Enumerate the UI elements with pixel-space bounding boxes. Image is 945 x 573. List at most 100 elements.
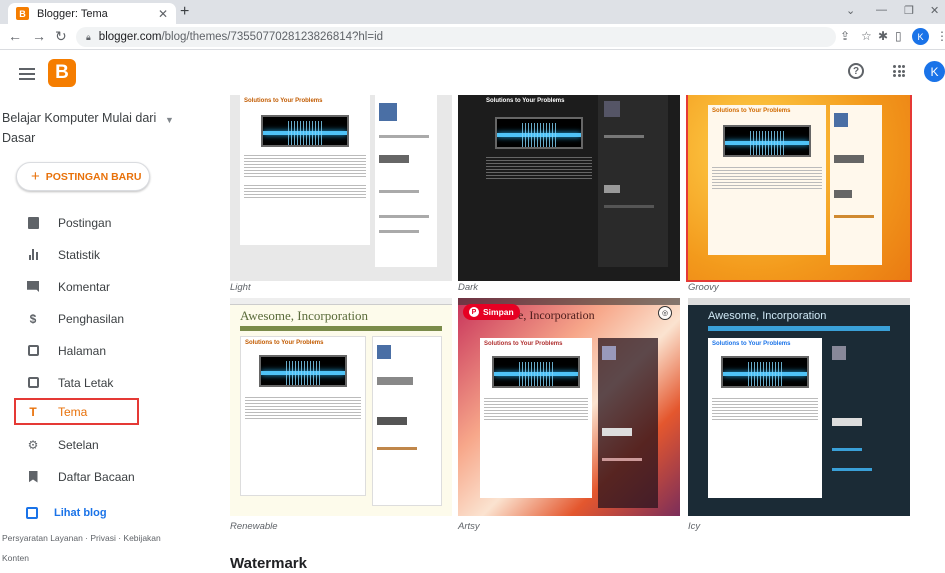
footer-links[interactable]: Persyaratan Layanan · Privasi · Kebijaka… [2, 528, 172, 568]
back-icon[interactable]: ← [8, 28, 22, 44]
preview-post-title: Solutions to Your Problems [484, 341, 563, 347]
preview-text [486, 157, 592, 181]
theme-card-dark[interactable]: Solutions to Your Problems [458, 95, 680, 281]
section-title-watermark: Watermark [230, 555, 307, 572]
tab-title: Blogger: Tema [37, 7, 108, 20]
theme-label: Dark [458, 282, 479, 293]
theme-label: Artsy [458, 521, 480, 532]
preview-post-title: Solutions to Your Problems [245, 340, 324, 346]
preview-text [244, 155, 366, 179]
preview-text [712, 398, 818, 422]
browser-menu-icon[interactable]: ⋮ [936, 29, 945, 43]
side-panel-icon[interactable]: ▯ [895, 29, 902, 43]
share-icon[interactable]: ⇪ [840, 29, 850, 43]
sidebar-item-komentar[interactable]: Komentar [14, 273, 139, 300]
earnings-icon: $ [29, 311, 37, 326]
account-avatar[interactable]: K [924, 61, 945, 82]
sidebar: Belajar Komputer Mulai dari Dasar ▼ + PO… [0, 95, 190, 573]
theme-preview: Solutions to Your Problems [708, 338, 822, 498]
preview-navbar [688, 298, 910, 305]
posts-icon [26, 216, 40, 230]
pinterest-save-button[interactable]: P Simpan [463, 304, 520, 320]
new-post-label: POSTINGAN BARU [45, 170, 142, 183]
browser-profile-avatar[interactable]: K [912, 28, 929, 45]
theme-icon: T [29, 404, 37, 419]
preview-image [261, 115, 349, 147]
sidebar-item-label: Komentar [58, 279, 111, 294]
sidebar-item-label: Postingan [58, 215, 112, 230]
view-blog-label: Lihat blog [54, 507, 107, 519]
preview-post-title: Solutions to Your Problems [712, 341, 791, 347]
url-path: /blog/themes/7355077028123826814?hl=id [161, 31, 384, 43]
lock-icon: 🔒︎ [86, 31, 91, 42]
selected-theme-highlight [686, 95, 912, 282]
theme-card-icy[interactable]: Awesome, Incorporation Solutions to Your… [688, 298, 910, 516]
theme-label: Renewable [230, 521, 278, 532]
preview-text [245, 397, 361, 421]
dropdown-caret-icon: ▼ [165, 115, 174, 125]
preview-sidebar [828, 338, 894, 508]
preview-text [484, 398, 588, 422]
minimize-icon[interactable]: — [876, 4, 887, 16]
help-icon[interactable]: ? [848, 63, 864, 79]
preview-sidebar [372, 336, 442, 506]
bookmark-star-icon[interactable]: ☆ [861, 29, 872, 43]
sidebar-item-penghasilan[interactable]: $ Penghasilan [14, 305, 139, 332]
theme-card-artsy[interactable]: e, Incorporation Solutions to Your Probl… [458, 298, 680, 516]
tab-search-icon[interactable]: ⌄ [846, 4, 855, 17]
theme-preview: Solutions to Your Problems [240, 95, 370, 245]
sidebar-item-statistik[interactable]: Statistik [14, 241, 139, 268]
close-tab-icon[interactable]: ✕ [158, 7, 168, 21]
blogger-logo[interactable]: B [48, 59, 76, 87]
sidebar-item-postingan[interactable]: Postingan [14, 209, 139, 236]
settings-icon: ⚙ [27, 437, 39, 452]
sidebar-item-label: Statistik [58, 247, 101, 262]
preview-sidebar [598, 338, 658, 508]
stats-icon [26, 248, 40, 262]
new-post-button[interactable]: + POSTINGAN BARU [16, 162, 150, 191]
open-external-icon [26, 507, 38, 519]
theme-card-light[interactable]: Solutions to Your Problems [230, 95, 452, 281]
plus-icon: + [31, 168, 40, 185]
preview-image [259, 355, 347, 387]
blogger-favicon-icon: B [16, 7, 29, 20]
menu-icon[interactable] [19, 68, 35, 80]
pages-icon [26, 344, 40, 358]
sidebar-item-halaman[interactable]: Halaman [14, 337, 139, 364]
preview-image [492, 356, 580, 388]
browser-tab[interactable]: B Blogger: Tema ✕ [8, 3, 176, 24]
app-header: B ? K [0, 51, 945, 95]
preview-navbar [230, 298, 452, 305]
comments-icon [26, 280, 40, 294]
preview-post-title: Solutions to Your Problems [244, 98, 323, 104]
close-window-icon[interactable]: ✕ [930, 4, 939, 17]
browser-toolbar: ← → ↻ 🔒︎ blogger.com /blog/themes/735507… [0, 24, 945, 50]
new-tab-icon[interactable]: + [180, 3, 189, 21]
address-bar[interactable]: 🔒︎ blogger.com /blog/themes/735507702812… [76, 27, 836, 47]
preview-image [721, 356, 809, 388]
forward-icon[interactable]: → [32, 28, 46, 44]
sidebar-item-setelan[interactable]: ⚙ Setelan [14, 431, 139, 458]
blog-selector[interactable]: Belajar Komputer Mulai dari Dasar ▼ [2, 108, 174, 148]
sidebar-item-daftar-bacaan[interactable]: Daftar Bacaan [14, 463, 139, 490]
theme-label: Icy [688, 521, 701, 532]
extensions-icon[interactable]: ✱ [878, 29, 888, 43]
preview-sidebar [375, 95, 437, 267]
restore-icon[interactable]: ❐ [904, 4, 914, 17]
preview-header: e, Incorporation [518, 308, 595, 322]
theme-label: Groovy [688, 282, 719, 293]
view-blog-link[interactable]: Lihat blog [26, 507, 107, 519]
preview-tabs [240, 326, 442, 331]
reload-icon[interactable]: ↻ [55, 28, 67, 45]
sidebar-item-tata-letak[interactable]: Tata Letak [14, 369, 139, 396]
preview-sidebar [598, 95, 668, 267]
sidebar-item-tema[interactable]: T Tema [14, 398, 139, 425]
theme-preview: Solutions to Your Problems [240, 336, 366, 496]
preview-post-title: Solutions to Your Problems [486, 98, 565, 104]
browser-tab-bar: B Blogger: Tema ✕ + ⌄ — ❐ ✕ [0, 0, 945, 24]
preview-header: Awesome, Incorporation [708, 310, 827, 322]
visual-search-icon[interactable]: ◎ [658, 306, 672, 320]
reading-list-icon [26, 470, 40, 484]
google-apps-icon[interactable] [893, 65, 905, 77]
theme-card-renewable[interactable]: Awesome, Incorporation Solutions to Your… [230, 298, 452, 516]
